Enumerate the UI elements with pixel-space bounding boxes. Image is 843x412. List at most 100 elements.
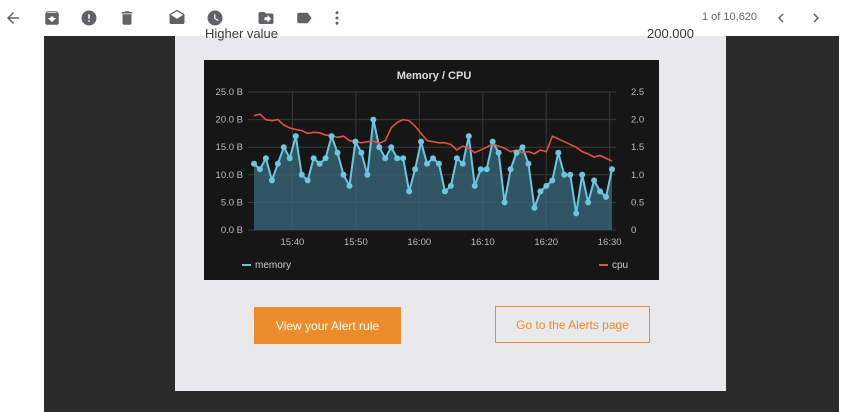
archive-icon[interactable]: [42, 8, 62, 28]
back-arrow-icon[interactable]: [3, 8, 23, 28]
memory-point: [424, 160, 431, 167]
snooze-icon[interactable]: [205, 8, 225, 28]
memory-point: [531, 204, 538, 211]
right-edge: [839, 36, 843, 412]
chart-svg: Memory / CPU 25.0 B 20.0 B 15.0 B 10.0 B 5.0…: [216, 70, 645, 271]
memory-point: [298, 171, 305, 178]
view-alert-rule-button[interactable]: View your Alert rule: [254, 307, 401, 344]
report-spam-icon[interactable]: [79, 8, 99, 28]
legend-cpu-swatch: [599, 264, 608, 266]
memory-point: [489, 138, 496, 145]
memory-point: [322, 155, 329, 162]
memory-point: [585, 199, 592, 206]
memory-point: [274, 160, 281, 167]
memory-point: [441, 188, 448, 195]
y-right-tick-label: 1.0: [631, 170, 644, 181]
memory-point: [304, 177, 311, 184]
legend-memory[interactable]: memory: [242, 260, 291, 271]
memory-point: [310, 155, 317, 162]
memory-point: [358, 149, 365, 156]
memory-point: [555, 149, 562, 156]
memory-point: [471, 182, 478, 189]
memory-point: [388, 144, 395, 151]
memory-point: [573, 210, 580, 217]
memory-point: [579, 171, 586, 178]
x-tick-label: 16:00: [407, 237, 431, 248]
memory-point: [364, 171, 371, 178]
delete-icon[interactable]: [117, 8, 137, 28]
memory-point: [334, 149, 341, 156]
memory-point: [549, 177, 556, 184]
sidebar-edge: [0, 36, 44, 412]
memory-point: [328, 133, 335, 140]
chevron-left-icon[interactable]: [771, 8, 791, 28]
memory-point: [268, 177, 275, 184]
memory-point: [262, 155, 269, 162]
memory-point: [591, 177, 598, 184]
memory-point: [430, 155, 436, 162]
memory-point: [435, 160, 442, 167]
y-right-tick-label: 2.0: [631, 115, 644, 126]
memory-point: [525, 160, 532, 167]
memory-point: [567, 171, 574, 178]
chevron-right-icon[interactable]: [806, 8, 826, 28]
memory-point: [352, 138, 359, 145]
memory-point: [603, 193, 610, 200]
memory-cpu-graph: Memory / CPU 25.0 B 20.0 B 15.0 B 10.0 B 5.0…: [204, 60, 659, 280]
legend-memory-label: memory: [255, 260, 291, 271]
y-right-tick-label: 1.5: [631, 142, 644, 153]
more-vert-icon[interactable]: [327, 8, 347, 28]
x-tick-label: 15:50: [344, 237, 368, 248]
memory-point: [256, 166, 263, 173]
memory-point: [376, 144, 383, 151]
memory-point: [519, 144, 526, 151]
memory-point: [280, 144, 287, 151]
y-right-tick-label: 0.5: [631, 197, 644, 208]
y-left-tick-label: 15.0 B: [216, 142, 243, 153]
memory-point: [513, 149, 520, 156]
memory-point: [394, 155, 401, 162]
x-tick-label: 16:20: [534, 237, 558, 248]
mark-unread-icon[interactable]: [167, 8, 187, 28]
memory-point: [382, 155, 389, 162]
memory-point: [286, 155, 293, 162]
y-left-tick-label: 25.0 B: [216, 87, 243, 98]
memory-point: [507, 166, 514, 173]
memory-point: [543, 182, 550, 189]
memory-point: [537, 188, 544, 195]
x-tick-label: 16:10: [471, 237, 495, 248]
memory-point: [370, 116, 377, 123]
memory-point: [447, 182, 454, 189]
partial-row-label: Higher value: [205, 26, 278, 41]
memory-point: [561, 171, 568, 178]
y-right-ticks: 2.5 2.0 1.5 1.0 0.5 0: [631, 87, 644, 236]
memory-point: [465, 133, 472, 140]
memory-point: [597, 188, 604, 195]
page-count: 1 of 10,620: [702, 11, 758, 23]
memory-point: [495, 149, 502, 156]
memory-point: [316, 160, 323, 167]
label-icon[interactable]: [294, 8, 314, 28]
y-left-tick-label: 0.0 B: [221, 225, 243, 236]
memory-point: [406, 188, 413, 195]
chart-title: Memory / CPU: [397, 70, 472, 82]
go-to-alerts-page-button[interactable]: Go to the Alerts page: [495, 306, 650, 343]
legend-cpu[interactable]: cpu: [599, 260, 628, 271]
y-right-tick-label: 2.5: [631, 87, 644, 98]
memory-point: [477, 166, 484, 173]
memory-point: [483, 166, 490, 173]
x-ticks: 15:40 15:50 16:00 16:10 16:20 16:30: [281, 237, 622, 248]
partial-row-value: 200.000: [647, 26, 694, 41]
x-tick-label: 15:40: [281, 237, 305, 248]
move-to-icon[interactable]: [256, 8, 276, 28]
x-tick-label: 16:30: [598, 237, 622, 248]
memory-point: [346, 182, 353, 189]
y-left-ticks: 25.0 B 20.0 B 15.0 B 10.0 B 5.0 B 0.0 B: [216, 87, 243, 236]
memory-point: [459, 160, 466, 167]
email-toolbar: 1 of 10,620: [0, 0, 843, 36]
memory-point: [292, 133, 299, 140]
y-left-tick-label: 20.0 B: [216, 115, 243, 126]
memory-point: [340, 171, 347, 178]
memory-point: [400, 155, 407, 162]
memory-point: [251, 160, 257, 167]
